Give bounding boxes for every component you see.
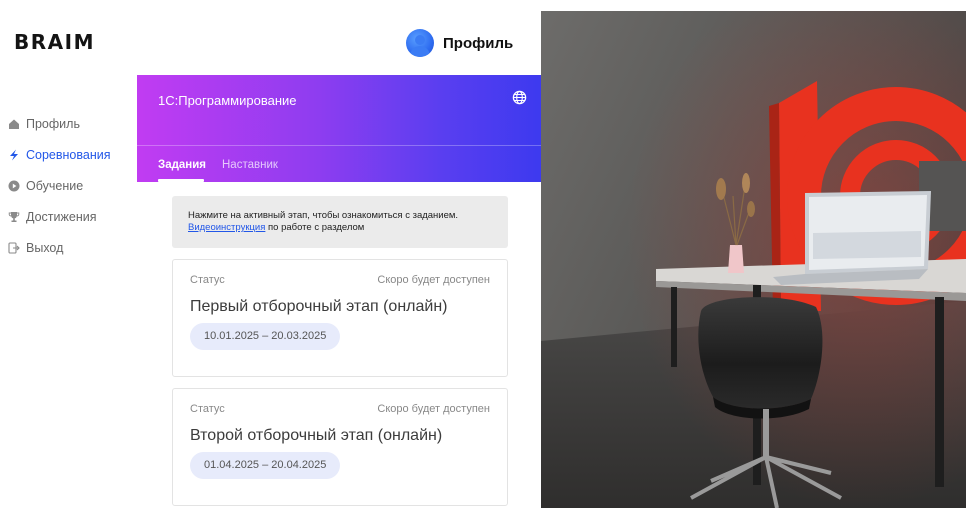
tab-mentor[interactable]: Наставник bbox=[222, 159, 278, 171]
info-line-rest: по работе с разделом bbox=[265, 222, 365, 233]
sidebar-item-label: Профиль bbox=[26, 116, 80, 131]
sidebar-item-label: Обучение bbox=[26, 178, 84, 193]
sidebar-item-logout[interactable]: Выход bbox=[8, 232, 111, 263]
logout-icon bbox=[8, 241, 20, 254]
office-photo bbox=[541, 11, 966, 508]
stage-status-label: Статус bbox=[190, 403, 225, 415]
banner-divider bbox=[137, 145, 541, 146]
active-tab-indicator bbox=[158, 179, 204, 182]
info-notice: Нажмите на активный этап, чтобы ознакоми… bbox=[172, 196, 508, 248]
course-title: 1С:Программирование bbox=[158, 93, 297, 108]
profile-button[interactable]: Профиль bbox=[406, 29, 513, 57]
stage-dates-badge: 10.01.2025 – 20.03.2025 bbox=[190, 323, 341, 350]
lightning-icon bbox=[8, 149, 20, 161]
office-photo-illustration bbox=[541, 11, 966, 508]
app-panel: BRAIM Профиль Профиль Соревнования Обуче… bbox=[0, 0, 541, 508]
sidebar-nav: Профиль Соревнования Обучение Достижения… bbox=[8, 108, 111, 263]
sidebar-item-competitions[interactable]: Соревнования bbox=[8, 139, 111, 170]
sidebar-item-label: Соревнования bbox=[26, 147, 111, 162]
stage-availability: Скоро будет доступен bbox=[377, 274, 490, 286]
brand-logo[interactable]: BRAIM bbox=[14, 30, 95, 54]
home-icon bbox=[8, 118, 20, 130]
stage-title: Первый отборочный этап (онлайн) bbox=[190, 298, 448, 315]
stage-dates-badge: 01.04.2025 – 20.04.2025 bbox=[190, 452, 341, 479]
play-icon bbox=[8, 180, 20, 192]
course-banner: 1С:Программирование Задания Наставник bbox=[137, 75, 541, 182]
tab-tasks[interactable]: Задания bbox=[158, 159, 206, 171]
stage-availability: Скоро будет доступен bbox=[377, 403, 490, 415]
sidebar-item-achievements[interactable]: Достижения bbox=[8, 201, 111, 232]
stage-title: Второй отборочный этап (онлайн) bbox=[190, 427, 443, 444]
profile-button-label: Профиль bbox=[443, 34, 514, 52]
trophy-icon bbox=[8, 211, 20, 223]
stage-status-label: Статус bbox=[190, 274, 225, 286]
stage-card[interactable]: Статус Скоро будет доступен Второй отбор… bbox=[172, 388, 508, 506]
avatar[interactable] bbox=[406, 29, 434, 57]
globe-icon[interactable] bbox=[512, 90, 527, 105]
info-line: Нажмите на активный этап, чтобы ознакоми… bbox=[188, 210, 459, 221]
sidebar-item-learning[interactable]: Обучение bbox=[8, 170, 111, 201]
sidebar-item-label: Достижения bbox=[26, 209, 97, 224]
sidebar-item-label: Выход bbox=[26, 240, 64, 255]
video-instruction-link[interactable]: Видеоинструкция bbox=[188, 222, 265, 233]
stage-card[interactable]: Статус Скоро будет доступен Первый отбор… bbox=[172, 259, 508, 377]
sidebar-item-profile[interactable]: Профиль bbox=[8, 108, 111, 139]
